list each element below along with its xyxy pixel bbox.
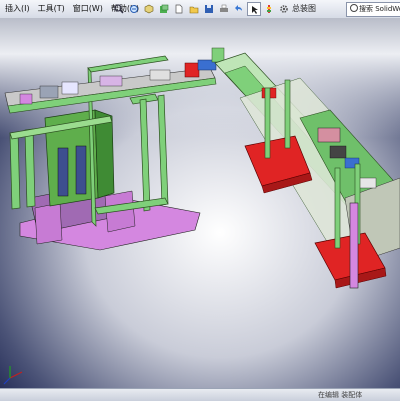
print-icon[interactable] — [217, 2, 231, 16]
rebuild-icon[interactable] — [262, 2, 276, 16]
menu-tools[interactable]: 工具(T) — [35, 0, 68, 18]
search-icon[interactable] — [112, 2, 126, 16]
options-icon[interactable] — [277, 2, 291, 16]
status-bar: 在编辑 装配体 — [0, 388, 400, 401]
display-style-icon[interactable] — [157, 2, 171, 16]
toolbar — [112, 1, 291, 17]
graphics-area[interactable] — [0, 18, 400, 388]
search-label: 搜索 SolidWorks — [359, 5, 400, 13]
open-icon[interactable] — [187, 2, 201, 16]
view-orientation-icon[interactable] — [142, 2, 156, 16]
zoom-icon[interactable] — [127, 2, 141, 16]
new-document-icon[interactable] — [172, 2, 186, 16]
search-input[interactable]: 搜索 SolidWorks — [346, 2, 400, 17]
document-title: 总装图 — [292, 4, 316, 13]
assembly-model[interactable] — [0, 18, 400, 388]
undo-icon[interactable] — [232, 2, 246, 16]
menu-insert[interactable]: 插入(I) — [2, 0, 33, 18]
menu-window[interactable]: 窗口(W) — [70, 0, 106, 18]
search-icon — [350, 4, 358, 12]
save-icon[interactable] — [202, 2, 216, 16]
select-icon[interactable] — [247, 2, 261, 16]
status-text: 在编辑 装配体 — [318, 391, 363, 399]
